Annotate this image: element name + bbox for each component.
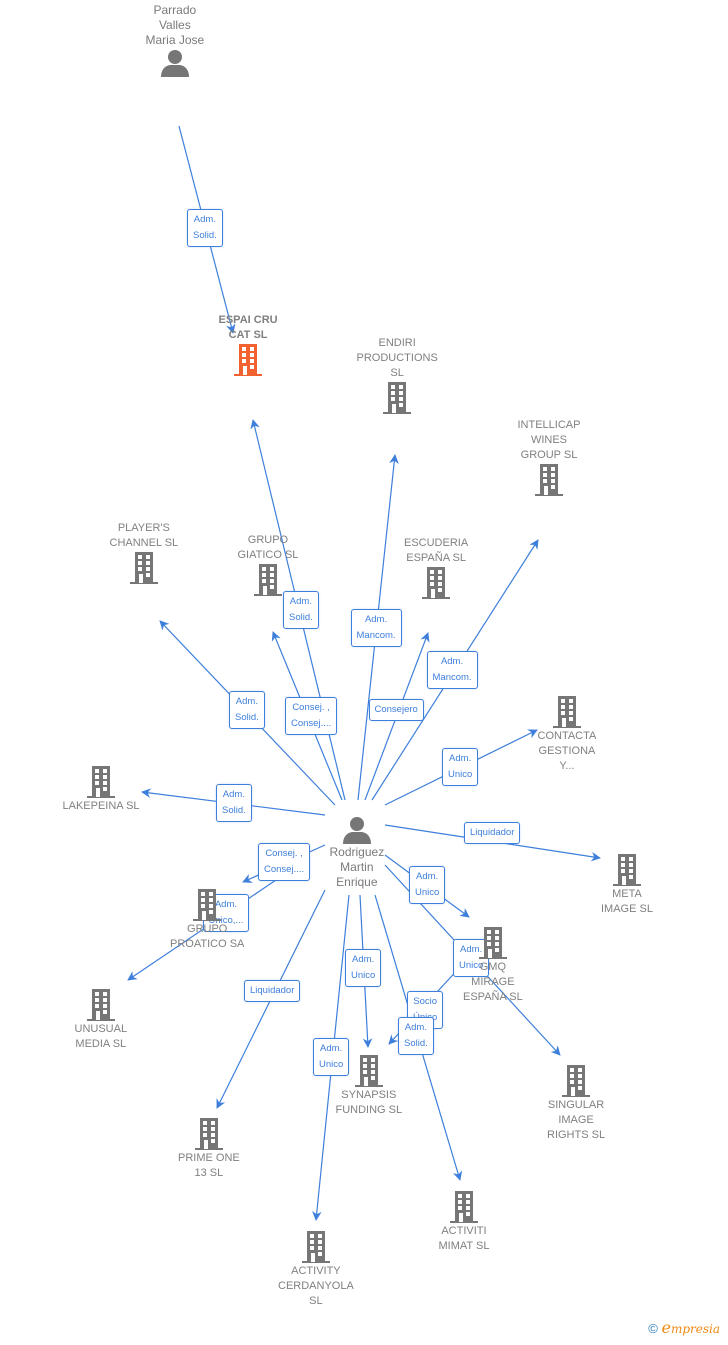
node-label: ESCUDERIA ESPAÑA SL <box>404 537 469 564</box>
edge-label-rodriguez-to-meta[interactable]: Liquidador <box>464 822 521 844</box>
node-synapsis[interactable]: SYNAPSIS FUNDING SL <box>335 1054 403 1118</box>
building-icon <box>552 696 581 728</box>
node-meta[interactable]: META IMAGE SL <box>601 853 653 917</box>
node-label: ENDIRI PRODUCTIONS SL <box>356 337 438 379</box>
node-singular[interactable]: SINGULAR IMAGE RIGHTS SL <box>547 1064 605 1143</box>
building-icon <box>562 1065 591 1097</box>
edge-label-rodriguez-to-escuderia[interactable]: Consejero <box>368 699 424 721</box>
node-label: SINGULAR IMAGE RIGHTS SL <box>547 1099 606 1141</box>
node-label: Parrado Valles Maria Jose <box>145 3 205 47</box>
node-label: Rodriguez Martin Enrique <box>329 845 385 889</box>
building-icon <box>383 382 412 414</box>
node-label: ESPAI CRU CAT SL <box>218 314 278 341</box>
node-giatico[interactable]: GRUPO GIATICO SL <box>237 533 299 597</box>
node-label: META IMAGE SL <box>601 888 653 915</box>
node-players[interactable]: PLAYER'S CHANNEL SL <box>109 521 179 585</box>
node-label: SYNAPSIS FUNDING SL <box>335 1089 403 1116</box>
edge-label-rodriguez-to-intellicap[interactable]: Adm. Mancom. <box>426 651 478 689</box>
node-endiri[interactable]: ENDIRI PRODUCTIONS SL <box>357 336 438 415</box>
building-icon <box>478 927 507 959</box>
node-unusual[interactable]: UNUSUAL MEDIA SL <box>74 988 128 1052</box>
node-intellicap[interactable]: INTELLICAP WINES GROUP SL <box>517 418 581 497</box>
node-proatico[interactable]: GRUPO PROATICO SA <box>170 888 244 952</box>
node-label: PRIME ONE 13 SL <box>178 1152 240 1179</box>
copyright-symbol: © <box>648 1321 658 1336</box>
building-icon <box>422 567 451 599</box>
building-icon <box>87 766 116 798</box>
node-label: CONTACTA GESTIONA Y... <box>537 730 597 772</box>
node-activity[interactable]: ACTIVITY CERDANYOLA SL <box>278 1230 354 1309</box>
building-icon <box>354 1055 383 1087</box>
edge-label-rodriguez-to-primeone[interactable]: Liquidador <box>244 980 301 1002</box>
node-parrado[interactable]: Parrado Valles Maria Jose <box>145 3 205 78</box>
node-primeone[interactable]: PRIME ONE 13 SL <box>178 1117 240 1181</box>
building-icon <box>86 989 115 1021</box>
edge-label-rodriguez-to-endiri[interactable]: Adm. Mancom. <box>350 609 402 647</box>
edge-label-rodriguez-to-proatico[interactable]: Consej. , Consej.... <box>258 843 311 881</box>
building-icon <box>234 344 263 376</box>
edge-label-rodriguez-to-contacta[interactable]: Adm. Unico <box>442 748 479 786</box>
building-icon <box>534 464 563 496</box>
node-label: GRUPO GIATICO SL <box>237 534 299 561</box>
edge-label-rodriguez-to-giatico[interactable]: Consej. , Consej.... <box>285 697 338 735</box>
edge-label-rodriguez-to-activiti[interactable]: Adm. Solid. <box>398 1017 434 1055</box>
edge-label-rodriguez-to-lakepeina[interactable]: Adm. Solid. <box>216 784 252 822</box>
footer-credit: © empresia <box>648 1318 720 1337</box>
building-icon <box>129 552 158 584</box>
node-rodriguez[interactable]: Rodriguez Martin Enrique <box>329 815 385 890</box>
building-icon <box>301 1231 330 1263</box>
edge-label-rodriguez-to-players[interactable]: Adm. Solid. <box>229 691 265 729</box>
node-activiti[interactable]: ACTIVITI MIMAT SL <box>438 1190 490 1254</box>
node-label: ACTIVITY CERDANYOLA SL <box>278 1265 354 1307</box>
node-label: LAKEPEINA SL <box>62 800 140 812</box>
building-icon <box>449 1191 478 1223</box>
person-icon <box>342 817 371 844</box>
node-label: GMQ MIRAGE ESPAÑA SL <box>463 961 523 1003</box>
edge-label-rodriguez-to-gmq[interactable]: Adm. Unico <box>409 866 446 904</box>
building-icon <box>194 1118 223 1150</box>
edge-label-rodriguez-to-synapsis[interactable]: Adm. Unico <box>345 949 382 987</box>
node-label: PLAYER'S CHANNEL SL <box>109 522 179 549</box>
node-escuderia[interactable]: ESCUDERIA ESPAÑA SL <box>404 536 468 600</box>
node-gmq[interactable]: GMQ MIRAGE ESPAÑA SL <box>463 926 523 1005</box>
network-graph <box>127 125 601 1221</box>
building-icon <box>612 854 641 886</box>
node-espai[interactable]: ESPAI CRU CAT SL <box>219 313 278 377</box>
person-icon <box>160 50 189 77</box>
building-icon <box>253 564 282 596</box>
node-lakepeina[interactable]: LAKEPEINA SL <box>63 765 140 814</box>
node-label: UNUSUAL MEDIA SL <box>74 1023 128 1050</box>
building-icon <box>193 889 222 921</box>
edge-label-parrado-to-espai[interactable]: Adm. Solid. <box>187 209 223 247</box>
node-label: ACTIVITI MIMAT SL <box>438 1225 490 1252</box>
empresia-logo[interactable]: empresia <box>661 1318 720 1337</box>
node-label: INTELLICAP WINES GROUP SL <box>517 419 581 461</box>
node-label: GRUPO PROATICO SA <box>170 923 245 950</box>
node-contacta[interactable]: CONTACTA GESTIONA Y... <box>537 695 597 774</box>
